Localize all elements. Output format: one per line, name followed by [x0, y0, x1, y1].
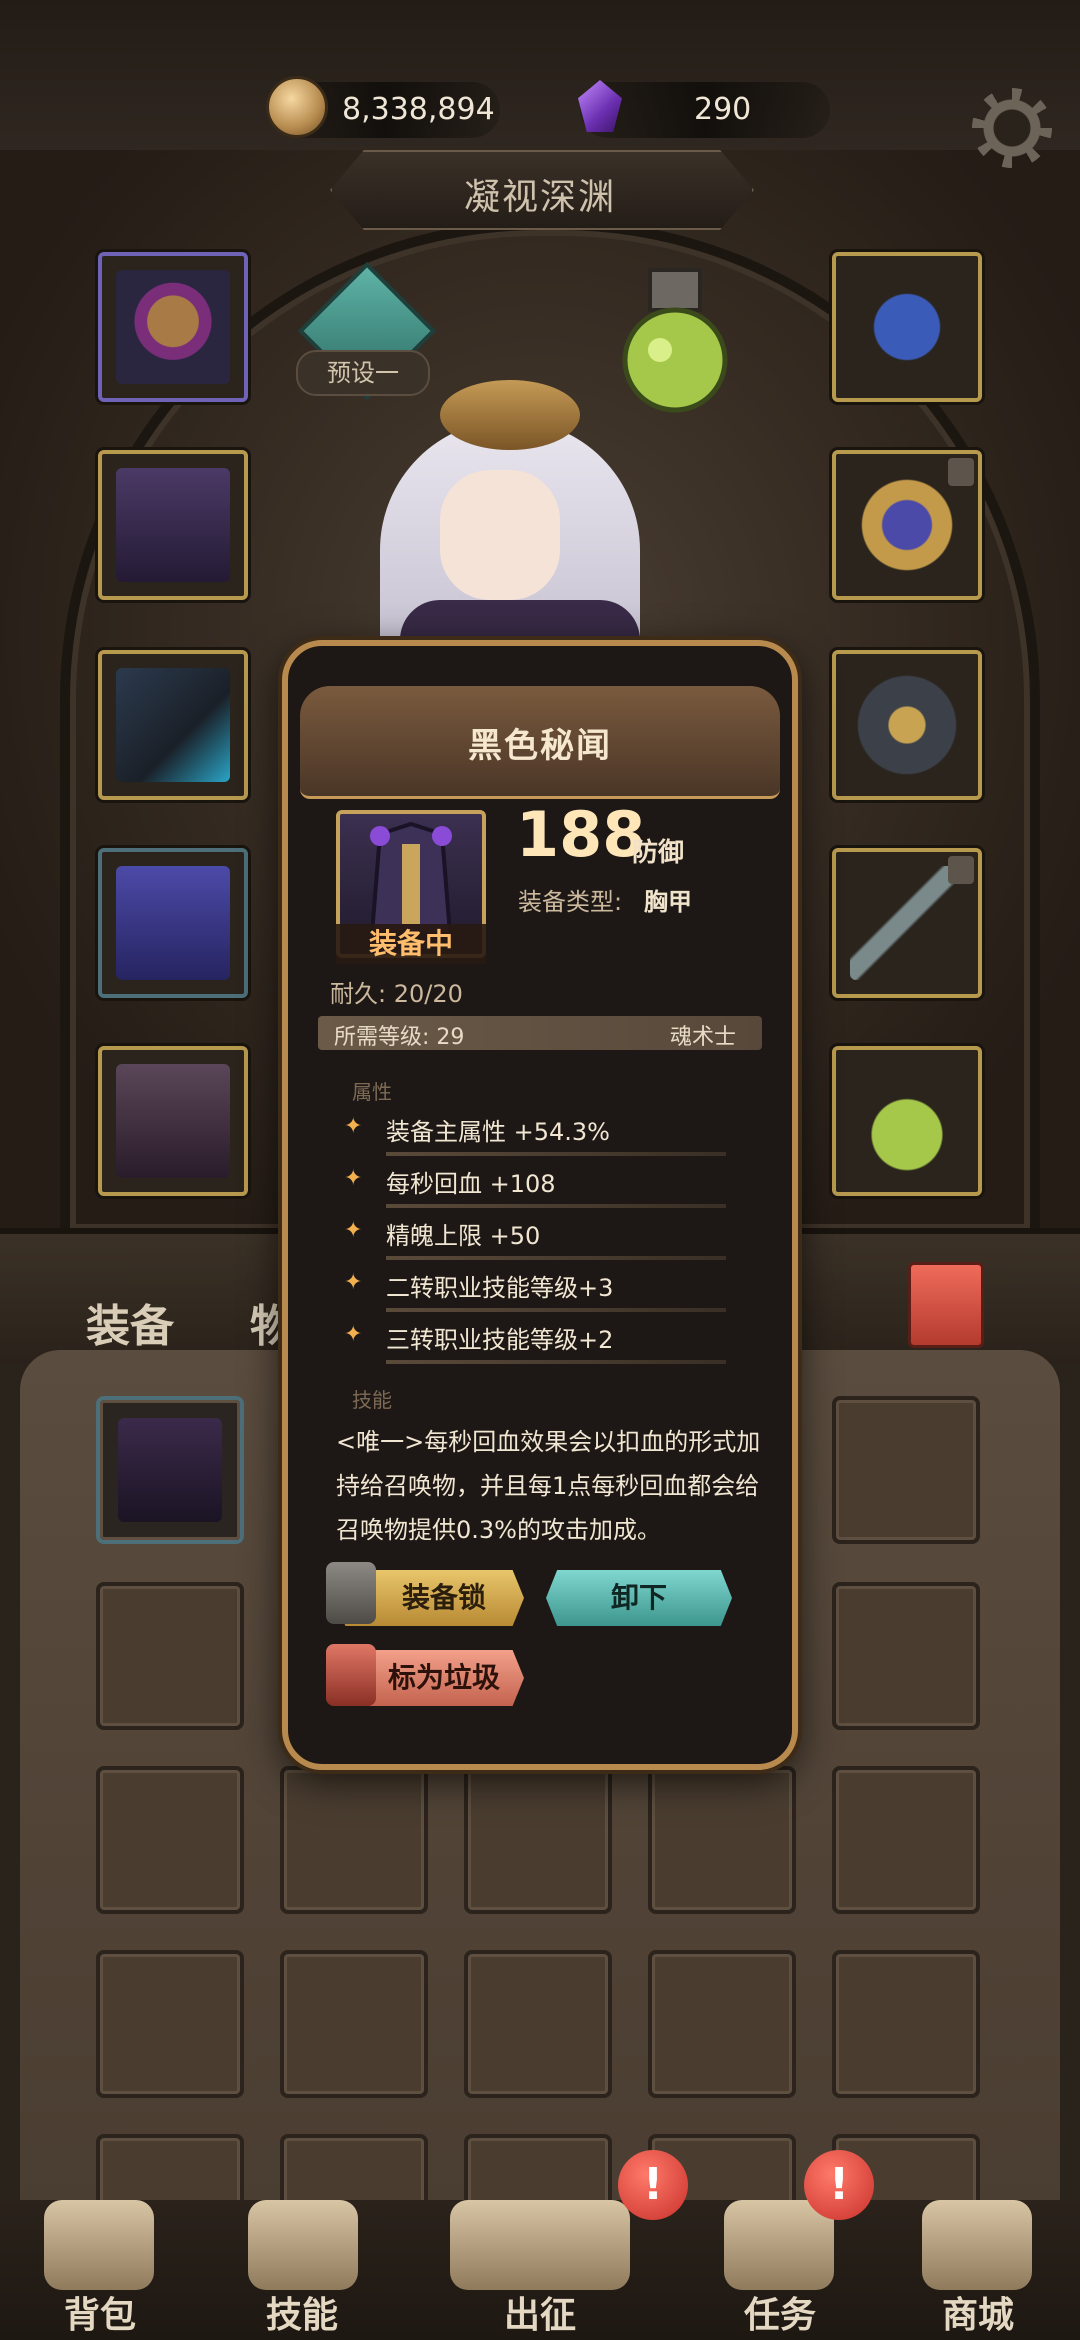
slot-lock-icon — [948, 458, 974, 486]
inventory-slot[interactable] — [280, 1766, 428, 1914]
stat-value: 188 — [516, 798, 646, 871]
gold-amount: 8,338,894 — [342, 92, 495, 127]
hero-face — [440, 470, 560, 600]
item-name: 黑色秘闻 — [468, 726, 612, 766]
attribute-divider — [386, 1204, 726, 1208]
attribute-text: 精魄上限 +50 — [386, 1222, 541, 1250]
equip-slot-orb[interactable] — [832, 650, 982, 800]
nav-expedition[interactable]: 出征 — [460, 2286, 620, 2338]
equip-slot-relic[interactable] — [832, 1046, 982, 1196]
quest-scroll-icon — [724, 2200, 834, 2290]
equip-slot-gloves[interactable] — [98, 650, 248, 800]
skills-book-icon — [248, 2200, 358, 2290]
amulet-icon — [850, 270, 964, 384]
inventory-slot[interactable] — [832, 1950, 980, 2098]
page-title: 凝视深渊 — [463, 177, 616, 218]
equip-slot-amulet[interactable] — [832, 252, 982, 402]
unequip-label: 卸下 — [610, 1581, 667, 1614]
attribute-text: 每秒回血 +108 — [386, 1170, 556, 1198]
nav-shop[interactable]: 商城 — [898, 2286, 1058, 2338]
expedition-sword-icon — [450, 2200, 630, 2290]
slot-lock-icon — [948, 856, 974, 884]
required-level: 所需等级: 29 — [334, 1025, 465, 1050]
attribute-star-icon: ✦ — [344, 1166, 363, 1191]
equip-slot-pants[interactable] — [98, 848, 248, 998]
pants-icon — [116, 866, 230, 980]
orb-icon — [850, 668, 964, 782]
nav-quests[interactable]: 任务 — [700, 2286, 860, 2338]
nav-skills[interactable]: 技能 — [222, 2286, 382, 2338]
inventory-slot[interactable] — [96, 1950, 244, 2098]
attribute-text: 三转职业技能等级+2 — [386, 1326, 614, 1354]
inventory-slot[interactable] — [464, 1950, 612, 2098]
attribute-divider — [386, 1308, 726, 1312]
backpack-icon — [44, 2200, 154, 2290]
nav-backpack[interactable]: 背包 — [20, 2286, 180, 2338]
equip-slot-weapon[interactable] — [832, 848, 982, 998]
inventory-slot[interactable] — [96, 1766, 244, 1914]
equip-slot-ring[interactable] — [832, 450, 982, 600]
gem-amount: 290 — [694, 92, 752, 127]
attribute-divider — [386, 1256, 726, 1260]
chest-armor-icon — [116, 468, 230, 582]
hero-hat — [440, 380, 580, 450]
mark-junk-label: 标为垃圾 — [387, 1661, 500, 1694]
inventory-slot[interactable] — [648, 1766, 796, 1914]
equip-slot-boots[interactable] — [98, 1046, 248, 1196]
equipment-lock-label: 装备锁 — [401, 1581, 486, 1614]
durability: 耐久: 20/20 — [330, 980, 463, 1008]
attribute-text: 二转职业技能等级+3 — [386, 1274, 614, 1302]
unequip-button[interactable]: 卸下 — [546, 1570, 732, 1626]
stat-unit: 防御 — [632, 838, 685, 868]
settings-gear-icon[interactable] — [972, 88, 1052, 168]
item-type-value: 胸甲 — [644, 888, 692, 916]
equip-slot-hat[interactable] — [98, 252, 248, 402]
inventory-slot[interactable] — [832, 1396, 980, 1544]
boots-icon — [118, 1418, 222, 1522]
gold-coin-icon — [266, 76, 328, 138]
boots-icon — [116, 1064, 230, 1178]
inventory-slot[interactable] — [96, 1582, 244, 1730]
equip-slot-chest[interactable] — [98, 450, 248, 600]
expedition-alert-icon: ! — [618, 2150, 688, 2220]
scythe-icon — [850, 866, 964, 980]
potion-icon — [850, 1064, 964, 1178]
skill-heading: 技能 — [352, 1388, 392, 1412]
top-bar — [0, 0, 1080, 150]
attribute-star-icon: ✦ — [344, 1322, 363, 1347]
inventory-slot[interactable] — [832, 1766, 980, 1914]
attribute-text: 装备主属性 +54.3% — [386, 1118, 610, 1146]
inventory-slot[interactable] — [280, 1950, 428, 2098]
gloves-icon — [116, 668, 230, 782]
attribute-divider — [386, 1152, 726, 1156]
potion-slot-icon[interactable] — [610, 260, 740, 420]
inventory-slot[interactable] — [648, 1950, 796, 2098]
trash-can-icon — [326, 1644, 376, 1706]
equipped-badge: 装备中 — [336, 924, 486, 964]
attribute-star-icon: ✦ — [344, 1270, 363, 1295]
preset-label[interactable]: 预设一 — [296, 350, 430, 396]
inventory-slot-boots[interactable] — [96, 1396, 244, 1544]
attribute-star-icon: ✦ — [344, 1218, 363, 1243]
ring-icon — [850, 468, 964, 582]
trash-icon[interactable] — [908, 1262, 984, 1348]
inventory-slot[interactable] — [464, 1766, 612, 1914]
attributes-heading: 属性 — [352, 1080, 392, 1104]
skill-description: <唯一>每秒回血效果会以扣血的形式加持给召唤物，并且每1点每秒回血都会给召唤物提… — [336, 1428, 761, 1544]
tab-equipment[interactable]: 装备 — [86, 1290, 174, 1354]
quest-alert-icon: ! — [804, 2150, 874, 2220]
attribute-divider — [386, 1360, 726, 1364]
padlock-icon — [326, 1562, 376, 1624]
attribute-star-icon: ✦ — [344, 1114, 363, 1139]
required-class: 魂术士 — [670, 1025, 737, 1050]
item-type-label: 装备类型: — [518, 888, 623, 916]
shop-crown-icon — [922, 2200, 1032, 2290]
hat-icon — [116, 270, 230, 384]
inventory-slot[interactable] — [832, 1582, 980, 1730]
